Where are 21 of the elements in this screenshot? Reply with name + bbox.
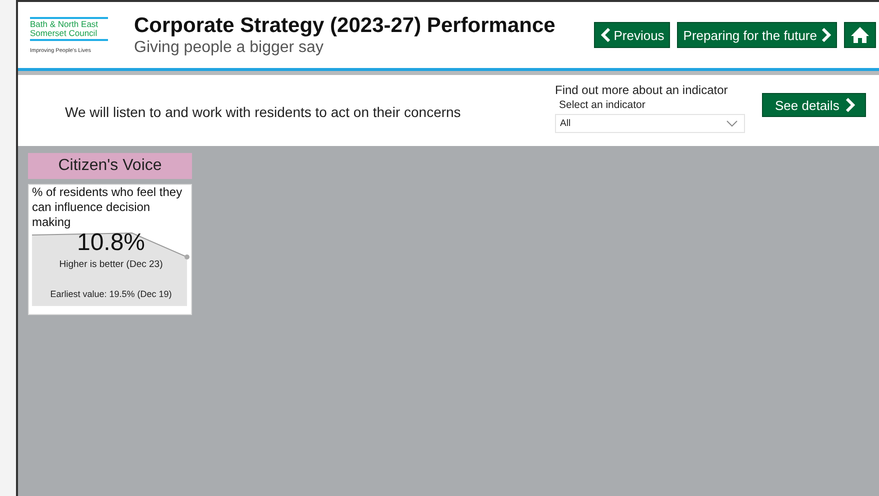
indicator-title: % of residents who feel they can influence decision making	[32, 185, 184, 230]
finder-heading: Find out more about an indicator	[555, 82, 729, 96]
chevron-right-icon	[844, 98, 856, 112]
strategy-statement: We will listen to and work with residents to act on their concerns	[65, 104, 462, 120]
home-icon	[850, 26, 870, 44]
chevron-left-icon	[600, 28, 611, 42]
previous-button[interactable]: Previous	[594, 22, 670, 48]
indicator-value: 10.8%	[76, 229, 146, 257]
category-heading: Citizen's Voice	[28, 153, 192, 179]
chevron-right-icon	[820, 28, 831, 42]
page-subtitle: Giving people a bigger say	[134, 38, 324, 56]
next-button[interactable]: Preparing for the future	[677, 22, 837, 48]
direction-note: Higher is better (Dec 23)	[59, 259, 163, 270]
select-label: Select an indicator	[559, 98, 646, 110]
page-title: Corporate Strategy (2023-27) Performance	[134, 14, 556, 38]
indicator-card[interactable]: % of residents who feel they can influence decision making 10.8% Higher is better (Dec 23) Earliest value: 19.5% (Dec 19)	[28, 184, 192, 315]
chevron-down-icon	[726, 120, 738, 126]
indicator-dropdown[interactable]: All	[555, 114, 745, 132]
earliest-value: Earliest value: 19.5% (Dec 19)	[50, 289, 172, 299]
home-button[interactable]	[844, 22, 876, 48]
see-details-button[interactable]: See details	[762, 93, 866, 117]
